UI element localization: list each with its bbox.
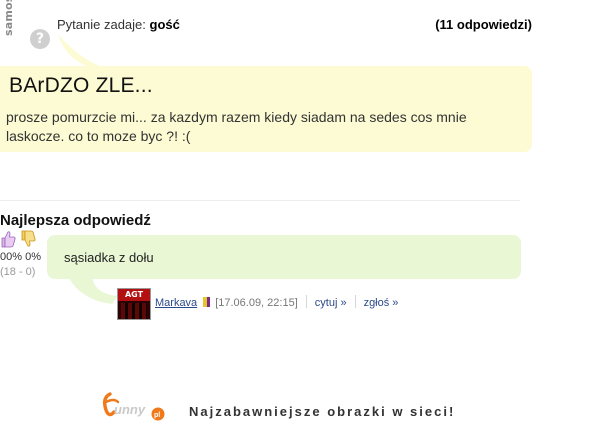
- question-body: prosze pomurzcie mi... za kazdym razem k…: [6, 109, 467, 144]
- asker-prefix: Pytanie zadaje:: [57, 17, 146, 32]
- question-title: BArDZO ZLE...: [9, 74, 153, 97]
- author-link[interactable]: Markava: [155, 297, 197, 309]
- svg-text:unny: unny: [114, 402, 146, 417]
- answer-bubble-tail: [68, 276, 118, 304]
- best-answer-heading: Najlepsza odpowiedź: [0, 212, 151, 229]
- answer-date: [17.06.09, 22:15]: [215, 297, 298, 309]
- avatar-image: [121, 303, 147, 319]
- svg-text:pl: pl: [154, 412, 160, 419]
- tagline: Najzabawniejsze obrazki w sieci!: [189, 404, 456, 419]
- funny-logo[interactable]: unny pl: [100, 388, 172, 426]
- watermark-text: samosia.pl: [2, 0, 15, 36]
- asker-line: Pytanie zadaje: gość: [57, 17, 180, 32]
- asker-name: gość: [149, 17, 180, 32]
- answers-count[interactable]: (11 odpowiedzi): [435, 17, 532, 32]
- avatar-label: AGT: [118, 289, 150, 301]
- answer-meta: Markava [17.06.09, 22:15] cytuj » zgłoś »: [155, 295, 398, 309]
- meta-separator: [305, 295, 307, 308]
- vote-count: (18 - 0): [0, 266, 36, 278]
- answer-text: sąsiadka z dołu: [64, 250, 154, 265]
- question-bubble-tail: [58, 34, 104, 68]
- question-mark-icon: ?: [30, 29, 50, 49]
- samosia-watermark: samosia.pl ?: [0, 0, 52, 56]
- vote-percent: 00% 0%: [0, 251, 41, 263]
- quote-link[interactable]: cytuj »: [315, 297, 347, 309]
- avatar[interactable]: AGT: [117, 288, 151, 320]
- rank-badge-icon: [203, 297, 211, 307]
- thumb-up-icon[interactable]: [0, 230, 16, 248]
- report-link[interactable]: zgłoś »: [364, 297, 399, 309]
- meta-separator: [354, 295, 356, 308]
- thumb-down-icon[interactable]: [20, 230, 36, 248]
- section-divider: [0, 200, 520, 201]
